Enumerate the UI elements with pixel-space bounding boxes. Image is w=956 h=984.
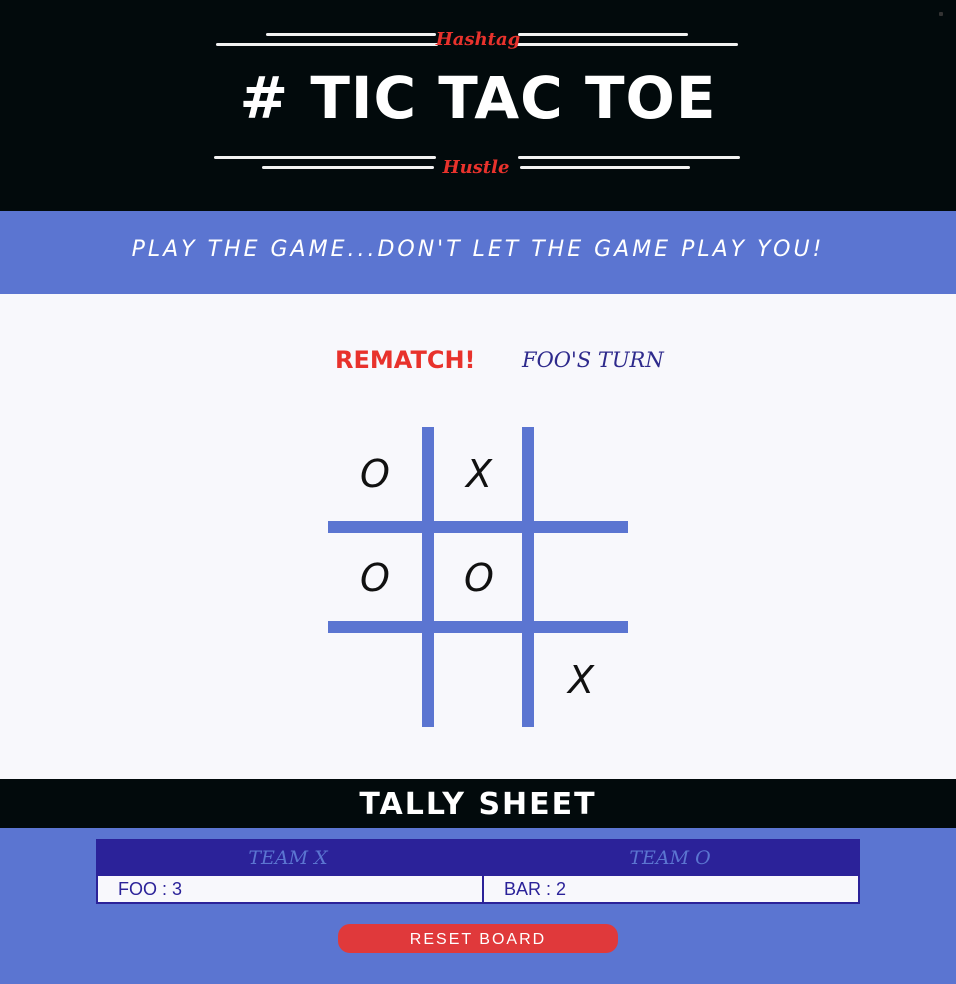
corner-dot-icon (939, 12, 943, 16)
tally-table: TEAM X TEAM O FOO : 3 BAR : 2 (96, 839, 860, 904)
status-message: REMATCH! (335, 346, 476, 374)
tally-divider (482, 876, 484, 902)
tagline-banner: PLAY THE GAME...DON'T LET THE GAME PLAY … (0, 211, 956, 294)
tally-header-team-o: TEAM O (629, 847, 711, 869)
logo-line (262, 166, 434, 169)
board-cell[interactable] (330, 635, 420, 725)
tally-cell-bar: BAR : 2 (504, 879, 567, 899)
logo-line (214, 156, 436, 159)
grid-line (328, 521, 628, 533)
tally-header-team-x: TEAM X (248, 847, 328, 869)
logo-line (516, 43, 738, 46)
logo-title: # TIC TAC TOE (239, 64, 717, 132)
tally-table-header: TEAM X TEAM O (98, 841, 858, 876)
header: Hashtag # TIC TAC TOE Hustle (0, 0, 956, 211)
grid-line (422, 427, 434, 727)
board-cell[interactable]: O (434, 533, 524, 623)
board-cell[interactable]: O (330, 429, 420, 519)
tagline: PLAY THE GAME...DON'T LET THE GAME PLAY … (131, 237, 825, 262)
tally-area: TEAM X TEAM O FOO : 3 BAR : 2 RESET BOAR… (0, 828, 956, 984)
logo-line (518, 33, 688, 36)
tally-header-bar: TALLY SHEET (0, 779, 956, 828)
board-cell[interactable] (536, 429, 626, 519)
board-cell[interactable] (536, 533, 626, 623)
logo-line (520, 166, 690, 169)
board-cell[interactable]: X (536, 635, 626, 725)
logo-bottom-text: Hustle (442, 157, 510, 178)
game-board: O X O O X (328, 427, 628, 727)
logo-line (266, 33, 436, 36)
logo-line (216, 43, 438, 46)
game-area: REMATCH! FOO'S TURN O X O O X (0, 294, 956, 779)
logo-top-text: Hashtag (435, 29, 521, 50)
board-cell[interactable] (434, 635, 524, 725)
tally-table-row: FOO : 3 BAR : 2 (98, 876, 858, 902)
tally-title: TALLY SHEET (359, 787, 597, 822)
turn-indicator: FOO'S TURN (522, 348, 664, 372)
logo-line (518, 156, 740, 159)
board-cell[interactable]: X (434, 429, 524, 519)
tally-cell-foo: FOO : 3 (118, 879, 183, 899)
board-cell[interactable]: O (330, 533, 420, 623)
reset-board-button[interactable]: RESET BOARD (338, 924, 618, 953)
